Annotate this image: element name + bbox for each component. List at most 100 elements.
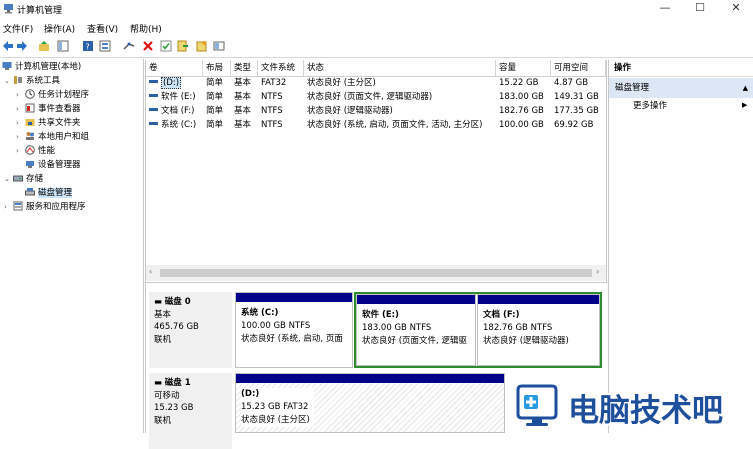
- collapse-up-icon[interactable]: ▲: [743, 78, 748, 98]
- actions-pane: 操作 磁盘管理 ▲ 更多操作 ▶: [608, 60, 753, 433]
- filesystem-cell: NTFS: [261, 120, 283, 130]
- volume-icon: [149, 122, 158, 125]
- column-type[interactable]: 类型: [231, 60, 258, 76]
- column-filesystem[interactable]: 文件系统: [258, 60, 304, 76]
- tree-device-manager[interactable]: 设备管理器: [16, 159, 81, 172]
- type-cell: 基本: [234, 120, 252, 130]
- expand-icon[interactable]: ›: [16, 89, 25, 102]
- tree-services-apps[interactable]: › 服务和应用程序: [4, 201, 86, 214]
- properties-icon[interactable]: [99, 40, 111, 52]
- volume-icon: [149, 108, 158, 111]
- view-icon[interactable]: [213, 40, 225, 52]
- tree-root[interactable]: 计算机管理(本地): [2, 61, 81, 74]
- menu-action[interactable]: 操作(A): [44, 22, 75, 35]
- disk-name: 磁盘 1: [164, 378, 191, 388]
- shared-folder-icon: [25, 119, 35, 126]
- partition-e[interactable]: 软件 (E:) 183.00 GB NTFS 状态良好 (页面文件, 逻辑驱: [356, 294, 476, 366]
- column-free-space[interactable]: 可用空间: [551, 60, 606, 76]
- type-cell: 基本: [234, 106, 252, 116]
- console-tree-icon[interactable]: [57, 40, 69, 52]
- disk-icon: ▬: [154, 297, 165, 307]
- tree-storage[interactable]: ⌄ 存储: [4, 173, 43, 186]
- volume-name: (D:): [161, 77, 182, 89]
- menu-bar: 文件(F) 操作(A) 查看(V) 帮助(H): [0, 19, 753, 36]
- wizard-icon[interactable]: [196, 40, 208, 52]
- users-icon: [26, 132, 34, 140]
- delete-icon[interactable]: [142, 40, 154, 52]
- tree-local-users[interactable]: › 本地用户和组: [16, 131, 89, 144]
- tree-event-viewer[interactable]: › 事件查看器: [16, 103, 81, 116]
- layout-cell: 简单: [206, 106, 224, 116]
- forward-arrow-icon[interactable]: [16, 40, 28, 52]
- expand-icon[interactable]: ›: [16, 117, 25, 130]
- table-row[interactable]: 系统 (C:) 简单 基本 NTFS 状态良好 (系统, 启动, 页面文件, 活…: [146, 119, 606, 132]
- services-icon: [13, 201, 23, 211]
- console-tree: 计算机管理(本地) ⌄ 系统工具 › 任务计划程序 › 事件查看器 › 共享文件夹 › 本…: [0, 59, 144, 433]
- partition-size: 182.76 GB NTFS: [483, 323, 553, 333]
- device-manager-icon: [26, 161, 34, 168]
- maximize-button[interactable]: ☐: [683, 0, 717, 18]
- collapse-icon[interactable]: ⌄: [4, 75, 13, 88]
- table-row[interactable]: (D:) 简单 基本 FAT32 状态良好 (主分区) 15.22 GB 4.8…: [146, 77, 606, 90]
- folder-up-icon[interactable]: [38, 40, 50, 52]
- column-layout[interactable]: 布局: [203, 60, 231, 76]
- scroll-left-icon[interactable]: ‹: [149, 267, 152, 276]
- volume-icon: [149, 80, 158, 83]
- actions-section-disk-management[interactable]: 磁盘管理 ▲: [609, 78, 753, 98]
- expand-icon[interactable]: ›: [4, 201, 13, 214]
- export-icon[interactable]: [177, 40, 189, 52]
- computer-management-icon: [2, 62, 12, 70]
- tree-shared-folders[interactable]: › 共享文件夹: [16, 117, 81, 130]
- column-volume[interactable]: 卷: [146, 60, 203, 76]
- column-status[interactable]: 状态: [304, 60, 496, 76]
- disk-status: 联机: [154, 415, 172, 426]
- disk-status: 联机: [154, 334, 172, 345]
- partition-c[interactable]: 系统 (C:) 100.00 GB NTFS 状态良好 (系统, 启动, 页面: [235, 292, 353, 368]
- tree-disk-management[interactable]: 磁盘管理: [16, 187, 73, 200]
- close-button[interactable]: ✕: [719, 0, 753, 18]
- help-icon[interactable]: ?: [82, 40, 94, 52]
- type-cell: 基本: [234, 78, 252, 88]
- status-cell: 状态良好 (逻辑驱动器): [307, 106, 393, 116]
- expand-icon[interactable]: ›: [16, 145, 25, 158]
- menu-file[interactable]: 文件(F): [3, 22, 33, 35]
- partition-d[interactable]: (D:) 15.23 GB FAT32 状态良好 (主分区): [235, 373, 505, 433]
- disk-name: 磁盘 0: [164, 297, 191, 307]
- scrollbar-thumb[interactable]: [160, 269, 592, 277]
- table-row[interactable]: 软件 (E:) 简单 基本 NTFS 状态良好 (页面文件, 逻辑驱动器) 18…: [146, 91, 606, 104]
- tree-system-tools[interactable]: ⌄ 系统工具: [4, 75, 60, 88]
- submenu-arrow-icon[interactable]: ▶: [742, 101, 747, 109]
- volume-name: 文档 (F:): [161, 106, 195, 116]
- partition-size: 100.00 GB NTFS: [241, 321, 311, 331]
- disk-1-label[interactable]: ▬ 磁盘 1 可移动 15.23 GB 联机: [149, 373, 232, 449]
- partition-f[interactable]: 文档 (F:) 182.76 GB NTFS 状态良好 (逻辑驱动器): [477, 294, 600, 366]
- expand-icon[interactable]: ›: [16, 131, 25, 144]
- back-arrow-icon[interactable]: [2, 40, 14, 52]
- capacity-cell: 15.22 GB: [499, 78, 539, 88]
- horizontal-scrollbar[interactable]: ‹ ›: [146, 265, 606, 281]
- free-space-cell: 149.31 GB: [554, 92, 599, 102]
- check-icon[interactable]: [160, 40, 172, 52]
- watermark: 电脑技术吧: [512, 381, 753, 433]
- table-row[interactable]: 文档 (F:) 简单 基本 NTFS 状态良好 (逻辑驱动器) 182.76 G…: [146, 105, 606, 118]
- layout-cell: 简单: [206, 92, 224, 102]
- collapse-icon[interactable]: ⌄: [4, 173, 13, 186]
- connect-icon[interactable]: [123, 40, 135, 52]
- minimize-button[interactable]: —: [648, 0, 682, 18]
- column-capacity[interactable]: 容量: [496, 60, 551, 76]
- layout-cell: 简单: [206, 120, 224, 130]
- tree-task-scheduler[interactable]: › 任务计划程序: [16, 89, 89, 102]
- expand-icon[interactable]: ›: [16, 103, 25, 116]
- volume-icon: [149, 94, 158, 97]
- menu-view[interactable]: 查看(V): [87, 22, 118, 35]
- more-actions-item[interactable]: 更多操作: [633, 100, 667, 113]
- capacity-cell: 100.00 GB: [499, 120, 544, 130]
- tree-performance[interactable]: › 性能: [16, 145, 55, 158]
- volume-list: 卷 布局 类型 文件系统 状态 容量 可用空间 (D:) 简单 基本 FAT32…: [145, 60, 607, 283]
- disk-0-label[interactable]: ▬ 磁盘 0 基本 465.76 GB 联机: [149, 292, 232, 368]
- capacity-cell: 182.76 GB: [499, 106, 544, 116]
- scroll-right-icon[interactable]: ›: [596, 267, 599, 276]
- filesystem-cell: FAT32: [261, 78, 287, 88]
- toolbar: ?: [0, 37, 753, 58]
- menu-help[interactable]: 帮助(H): [130, 22, 162, 35]
